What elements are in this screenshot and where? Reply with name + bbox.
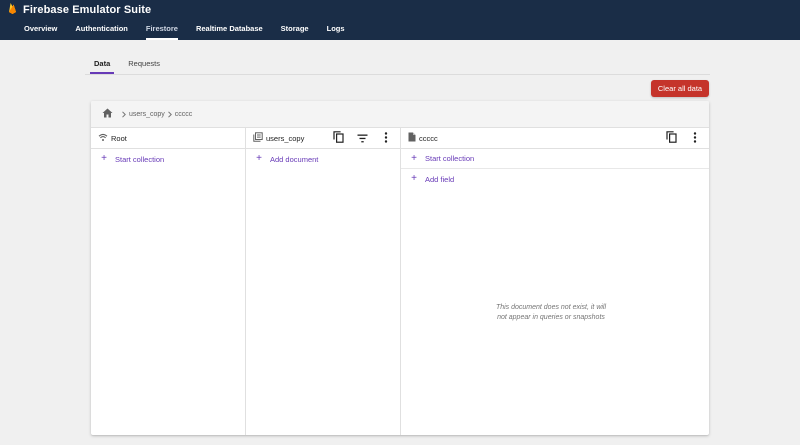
subtab-data[interactable]: Data [85, 56, 119, 74]
database-icon [98, 129, 108, 147]
breadcrumb: users_copy ccccc [91, 101, 709, 128]
collection-column-header: users_copy [246, 128, 400, 149]
add-field-button[interactable]: + Add field [401, 169, 709, 189]
more-vert-icon [693, 130, 697, 148]
start-collection-label: Start collection [425, 154, 475, 163]
collection-actions [328, 128, 396, 149]
firebase-flame-icon [8, 1, 17, 19]
add-document-button[interactable]: + Add document [246, 149, 400, 169]
top-app-bar: Firebase Emulator Suite Overview Authent… [0, 0, 800, 40]
data-viewer-panel: users_copy ccccc Root + Start collection [91, 101, 709, 435]
add-document-label: Add document [270, 154, 319, 164]
tab-overview[interactable]: Overview [15, 18, 66, 40]
firestore-subtabs: Data Requests [85, 56, 169, 74]
home-icon [102, 105, 113, 123]
empty-message-line-2: not appear in queries or snapshots [497, 314, 605, 321]
subtabs-divider [85, 74, 710, 75]
add-field-label: Add field [425, 174, 455, 184]
document-icon [408, 129, 416, 147]
tab-authentication[interactable]: Authentication [66, 18, 137, 40]
copy-document-button[interactable] [661, 129, 681, 149]
main-nav: Overview Authentication Firestore Realti… [15, 18, 354, 40]
breadcrumb-item-users-copy[interactable]: users_copy [129, 111, 165, 118]
home-button[interactable] [97, 104, 117, 124]
start-collection-label: Start collection [115, 154, 165, 164]
plus-icon: + [256, 153, 262, 164]
copy-collection-button[interactable] [328, 129, 348, 149]
app-title: Firebase Emulator Suite [23, 4, 152, 16]
filter-button[interactable] [352, 129, 372, 149]
document-start-collection-button[interactable]: + Start collection [401, 149, 709, 169]
brand: Firebase Emulator Suite [8, 3, 151, 17]
document-empty-message: This document does not exist, it will no… [481, 303, 621, 323]
tab-logs[interactable]: Logs [318, 18, 354, 40]
chevron-right-icon [119, 109, 129, 119]
empty-message-line-1: This document does not exist, it will [495, 304, 607, 311]
collection-more-button[interactable] [376, 129, 396, 149]
document-column: ccccc + Start collection + Add field Thi… [401, 128, 709, 435]
collection-column: users_copy + Add document [246, 128, 401, 435]
plus-icon: + [411, 173, 417, 184]
document-column-title: ccccc [419, 133, 438, 143]
plus-icon: + [101, 153, 107, 164]
more-vert-icon [384, 130, 388, 148]
root-column-header: Root [91, 128, 245, 149]
collection-column-title: users_copy [266, 133, 305, 143]
document-more-button[interactable] [685, 129, 705, 149]
breadcrumb-item-ccccc[interactable]: ccccc [175, 111, 193, 118]
root-column: Root + Start collection [91, 128, 246, 435]
root-start-collection-button[interactable]: + Start collection [91, 149, 245, 169]
clear-all-data-button[interactable]: Clear all data [651, 80, 709, 97]
tab-firestore[interactable]: Firestore [137, 18, 187, 40]
copy-icon [332, 130, 344, 148]
subtab-requests[interactable]: Requests [119, 56, 169, 74]
document-actions [661, 128, 705, 149]
root-column-title: Root [111, 133, 127, 143]
tab-realtime-database[interactable]: Realtime Database [187, 18, 272, 40]
chevron-right-icon [165, 109, 175, 119]
plus-icon: + [411, 152, 417, 164]
filter-icon [357, 130, 368, 148]
tab-storage[interactable]: Storage [272, 18, 318, 40]
copy-icon [665, 130, 677, 148]
document-column-header: ccccc [401, 128, 709, 149]
collection-icon [253, 129, 263, 147]
